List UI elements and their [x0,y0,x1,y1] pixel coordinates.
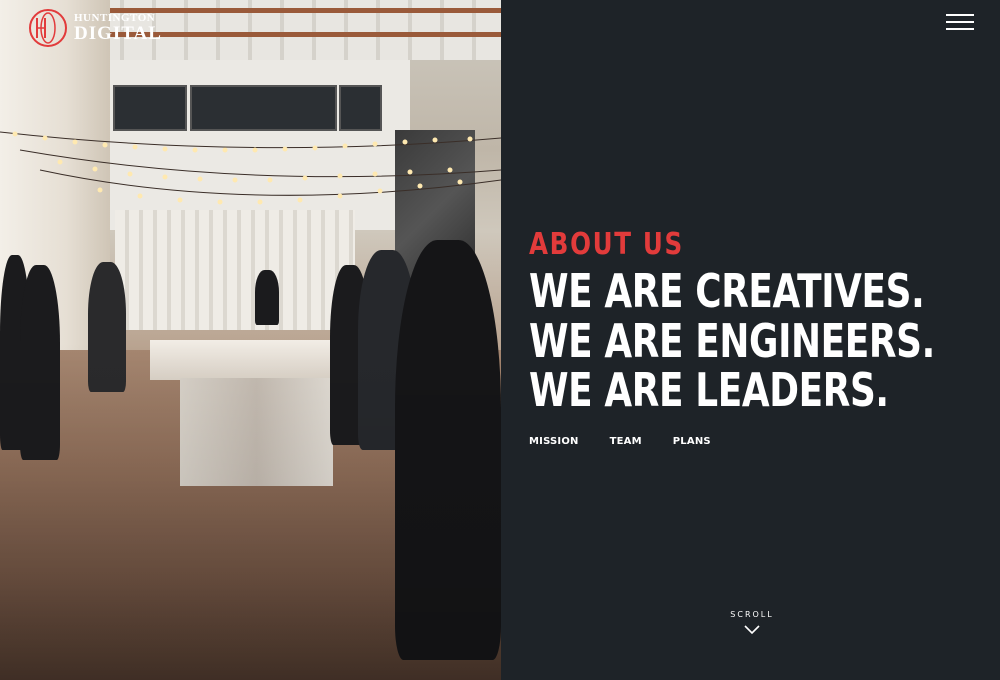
headline-line-2: WE ARE ENGINEERS. [529,314,935,368]
section-eyebrow: ABOUT US [529,227,684,262]
nav-link-mission[interactable]: MISSION [529,436,579,447]
logo-line2: DIGITAL [74,23,162,44]
hamburger-menu-icon[interactable] [946,14,974,30]
headline-line-1: WE ARE CREATIVES. [529,264,925,318]
headline-line-3: WE ARE LEADERS. [529,363,889,417]
chevron-down-icon [744,625,760,635]
photo-overlay [0,0,501,680]
event-photo [0,0,501,680]
logo-mark-icon [29,9,67,47]
scroll-indicator[interactable]: SCROLL [722,610,782,635]
scroll-label: SCROLL [730,610,774,619]
nav-link-plans[interactable]: PLANS [673,436,711,447]
logo-wordmark: HUNTINGTON DIGITAL [74,13,162,44]
section-nav: MISSION TEAM PLANS [529,436,711,447]
brand-logo[interactable]: HUNTINGTON DIGITAL [28,8,162,48]
nav-link-team[interactable]: TEAM [610,436,642,447]
